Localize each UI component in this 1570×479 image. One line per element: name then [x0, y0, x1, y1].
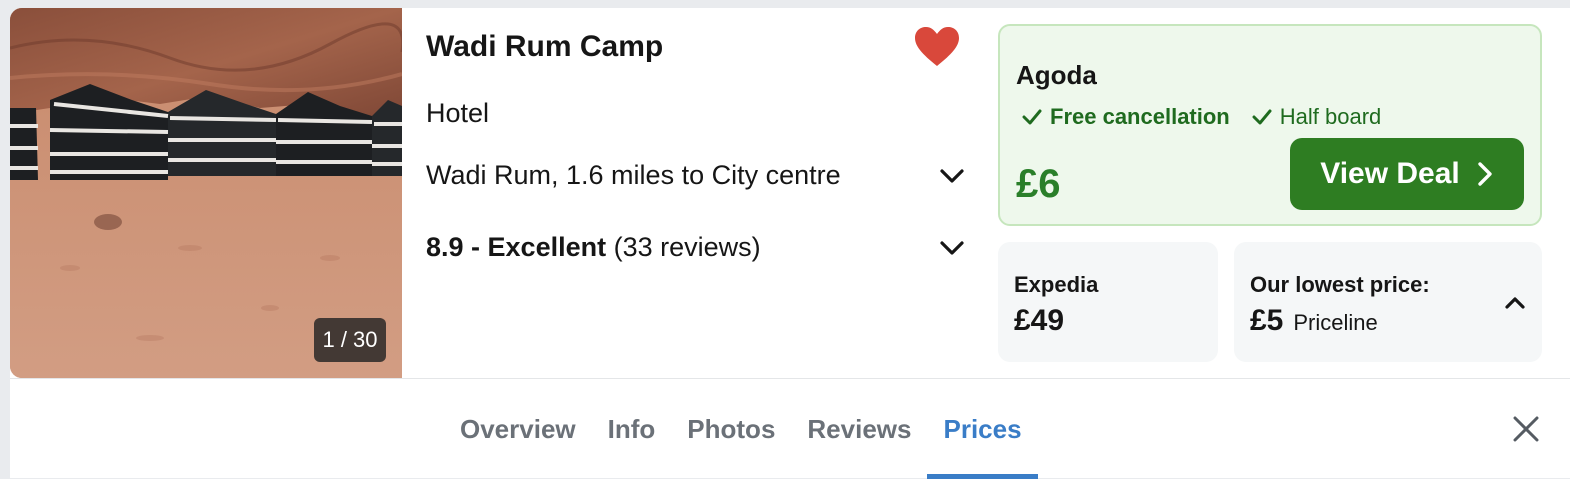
lowest-provider: Priceline — [1293, 310, 1378, 335]
chevron-down-icon[interactable] — [938, 162, 966, 190]
check-icon — [1252, 109, 1272, 125]
photo-counter: 1 / 30 — [314, 318, 386, 362]
feature-label: Half board — [1279, 104, 1382, 129]
deal-features: Free cancellation Half board — [1022, 104, 1381, 130]
tab-photos[interactable]: Photos — [671, 379, 791, 479]
check-icon — [1022, 109, 1042, 125]
tab-reviews[interactable]: Reviews — [791, 379, 927, 479]
expedia-provider: Expedia — [1014, 272, 1099, 297]
tabs: Overview Info Photos Reviews Prices — [444, 379, 1038, 479]
rating-score: 8.9 - Excellent — [426, 232, 607, 262]
lowest-price: £5 — [1250, 304, 1284, 337]
hotel-name[interactable]: Wadi Rum Camp — [426, 30, 663, 64]
rating-row[interactable]: 8.9 - Excellent (33 reviews) — [426, 232, 966, 263]
tab-bar: Overview Info Photos Reviews Prices — [10, 378, 1570, 479]
lowest-price-row: £5 Priceline — [1250, 304, 1378, 338]
chevron-right-icon — [1478, 162, 1492, 186]
view-deal-button[interactable]: View Deal — [1290, 138, 1524, 210]
rating-text: 8.9 - Excellent (33 reviews) — [426, 232, 761, 263]
hotel-type: Hotel — [426, 98, 490, 128]
chevron-down-icon[interactable] — [938, 234, 966, 262]
hotel-photo[interactable]: 1 / 30 — [10, 8, 402, 378]
feature-free-cancellation: Free cancellation — [1022, 104, 1230, 130]
location-row[interactable]: Wadi Rum, 1.6 miles to City centre — [426, 160, 966, 191]
expedia-deal[interactable]: Expedia £49 — [998, 242, 1218, 362]
view-deal-label: View Deal — [1320, 157, 1460, 190]
lowest-price-label: Our lowest price: — [1250, 272, 1430, 297]
heart-icon[interactable] — [914, 26, 960, 68]
hotel-details: Wadi Rum Camp Hotel Wadi Rum, 1.6 miles … — [402, 8, 992, 378]
tab-prices[interactable]: Prices — [927, 379, 1038, 479]
feature-label: Free cancellation — [1050, 104, 1230, 129]
featured-price: £6 — [1016, 162, 1061, 206]
feature-half-board: Half board — [1252, 104, 1382, 130]
featured-provider: Agoda — [1016, 60, 1097, 90]
tab-overview[interactable]: Overview — [444, 379, 592, 479]
review-count: (33 reviews) — [613, 232, 761, 262]
close-icon[interactable] — [1510, 413, 1542, 445]
chevron-up-icon[interactable] — [1504, 292, 1526, 314]
location-text: Wadi Rum, 1.6 miles to City centre — [426, 160, 841, 190]
expedia-price: £49 — [1014, 304, 1065, 337]
lowest-price-panel[interactable]: Our lowest price: £5 Priceline — [1234, 242, 1542, 362]
tab-info[interactable]: Info — [592, 379, 672, 479]
featured-deal[interactable]: Agoda Free cancellation Half board £6 Vi… — [998, 24, 1542, 226]
